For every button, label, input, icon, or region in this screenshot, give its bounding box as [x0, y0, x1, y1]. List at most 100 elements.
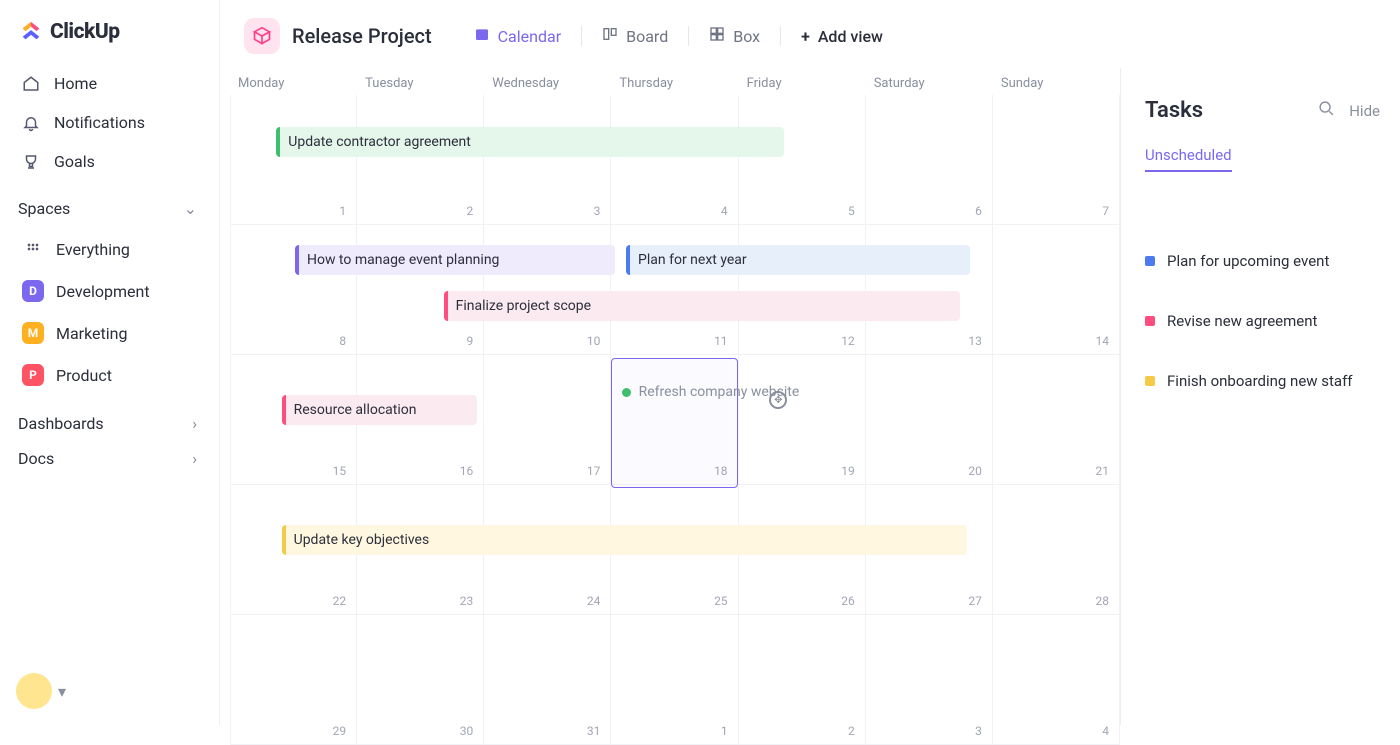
space-label: Marketing — [56, 324, 127, 343]
hide-button[interactable]: Hide — [1349, 102, 1380, 120]
cube-icon — [244, 18, 280, 54]
event-update-contractor[interactable]: Update contractor agreement — [276, 127, 783, 157]
calendar-cell[interactable]: 21 — [993, 355, 1120, 485]
weekday-label: Friday — [739, 76, 866, 91]
nav-notifications[interactable]: Notifications — [12, 103, 207, 142]
topbar: Release Project Calendar Board Box — [220, 0, 1400, 68]
view-calendar[interactable]: Calendar — [474, 26, 561, 46]
divider — [780, 26, 781, 46]
dragging-task[interactable]: Refresh company website ✥ — [622, 375, 788, 409]
trophy-icon — [22, 153, 40, 171]
docs-header[interactable]: Docs › — [12, 443, 207, 478]
view-box[interactable]: Box — [709, 26, 760, 46]
calendar-cell[interactable]: 30 — [357, 615, 484, 745]
divider — [688, 26, 689, 46]
chevron-right-icon: › — [192, 449, 197, 468]
calendar-cell[interactable]: 3 — [484, 95, 611, 225]
weekday-label: Saturday — [866, 76, 993, 91]
home-icon — [22, 75, 40, 93]
brand-logo[interactable]: ClickUp — [12, 16, 207, 64]
avatar — [16, 673, 52, 709]
view-board[interactable]: Board — [602, 26, 668, 46]
calendar-cell[interactable]: 29 — [230, 615, 357, 745]
weekday-label: Monday — [230, 76, 357, 91]
calendar-week: 29 30 31 1 2 3 4 — [230, 615, 1120, 745]
nav-label: Notifications — [54, 113, 145, 132]
calendar-cell[interactable]: 17 — [484, 355, 611, 485]
calendar-week: 1 2 3 4 5 6 7 Update contractor agreemen… — [230, 95, 1120, 225]
event-finalize-scope[interactable]: Finalize project scope — [444, 291, 960, 321]
calendar-cell[interactable]: 1 — [611, 615, 738, 745]
task-item[interactable]: Finish onboarding new staff — [1145, 372, 1380, 390]
tasks-title: Tasks — [1145, 98, 1203, 123]
space-label: Everything — [56, 240, 130, 259]
status-dot-icon — [1145, 256, 1155, 266]
calendar-cell[interactable]: 20 — [866, 355, 993, 485]
calendar-week: 8 9 10 11 12 13 14 How to manage event p… — [230, 225, 1120, 355]
calendar-cell[interactable]: 4 — [611, 95, 738, 225]
calendar-cell[interactable]: 5 — [739, 95, 866, 225]
tasks-panel: Tasks Hide Unscheduled Plan for upcoming… — [1120, 68, 1400, 725]
event-manage-event[interactable]: How to manage event planning — [295, 245, 615, 275]
space-everything[interactable]: Everything — [12, 228, 207, 270]
calendar-cell[interactable]: 4 — [993, 615, 1120, 745]
box-icon — [709, 26, 725, 46]
caret-down-icon: ▾ — [58, 682, 66, 701]
user-menu[interactable]: ▾ — [16, 673, 203, 709]
chevron-down-icon: ⌄ — [184, 199, 197, 218]
project-title: Release Project — [292, 24, 432, 48]
space-badge: P — [22, 364, 44, 386]
event-update-objectives[interactable]: Update key objectives — [282, 525, 967, 555]
board-icon — [602, 26, 618, 46]
tab-unscheduled[interactable]: Unscheduled — [1145, 146, 1232, 172]
calendar-view: Monday Tuesday Wednesday Thursday Friday… — [220, 68, 1120, 725]
weekday-label: Thursday — [611, 76, 738, 91]
event-plan-next-year[interactable]: Plan for next year — [626, 245, 970, 275]
spaces-header[interactable]: Spaces ⌄ — [12, 181, 207, 228]
dashboards-header[interactable]: Dashboards › — [12, 396, 207, 443]
status-dot-icon — [622, 388, 631, 397]
weekday-label: Sunday — [993, 76, 1120, 91]
space-product[interactable]: P Product — [12, 354, 207, 396]
sidebar: ClickUp Home Notifications Goals Spaces … — [0, 0, 220, 725]
brand-name: ClickUp — [50, 20, 120, 44]
project-chip[interactable]: Release Project — [244, 18, 432, 54]
task-item[interactable]: Plan for upcoming event — [1145, 252, 1380, 270]
space-marketing[interactable]: M Marketing — [12, 312, 207, 354]
calendar-icon — [474, 26, 490, 46]
bell-icon — [22, 114, 40, 132]
space-badge: M — [22, 322, 44, 344]
calendar-cell[interactable]: 2 — [739, 615, 866, 745]
weekday-label: Tuesday — [357, 76, 484, 91]
plus-icon: + — [801, 27, 810, 46]
calendar-cell[interactable]: 3 — [866, 615, 993, 745]
grid-icon — [22, 238, 44, 260]
calendar-cell[interactable]: 7 — [993, 95, 1120, 225]
nav-goals[interactable]: Goals — [12, 142, 207, 181]
calendar-cell[interactable]: 28 — [993, 485, 1120, 615]
calendar-week: 15 16 17 18 19 20 21 Resource allocation… — [230, 355, 1120, 485]
nav-label: Home — [54, 74, 97, 93]
event-resource-allocation[interactable]: Resource allocation — [282, 395, 478, 425]
calendar-cell[interactable]: 1 — [230, 95, 357, 225]
space-label: Development — [56, 282, 150, 301]
task-item[interactable]: Revise new agreement — [1145, 312, 1380, 330]
divider — [581, 26, 582, 46]
status-dot-icon — [1145, 376, 1155, 386]
status-dot-icon — [1145, 316, 1155, 326]
nav-label: Goals — [54, 152, 95, 171]
weekday-label: Wednesday — [484, 76, 611, 91]
space-development[interactable]: D Development — [12, 270, 207, 312]
calendar-week: 22 23 24 25 26 27 28 Update key objectiv… — [230, 485, 1120, 615]
calendar-cell[interactable]: 14 — [993, 225, 1120, 355]
space-badge: D — [22, 280, 44, 302]
add-view-button[interactable]: + Add view — [801, 27, 883, 46]
calendar-cell[interactable]: 2 — [357, 95, 484, 225]
grab-cursor-icon: ✥ — [769, 391, 787, 409]
clickup-logo-icon — [20, 20, 42, 44]
nav-home[interactable]: Home — [12, 64, 207, 103]
space-label: Product — [56, 366, 112, 385]
calendar-cell[interactable]: 6 — [866, 95, 993, 225]
search-icon[interactable] — [1318, 100, 1335, 121]
calendar-cell[interactable]: 31 — [484, 615, 611, 745]
